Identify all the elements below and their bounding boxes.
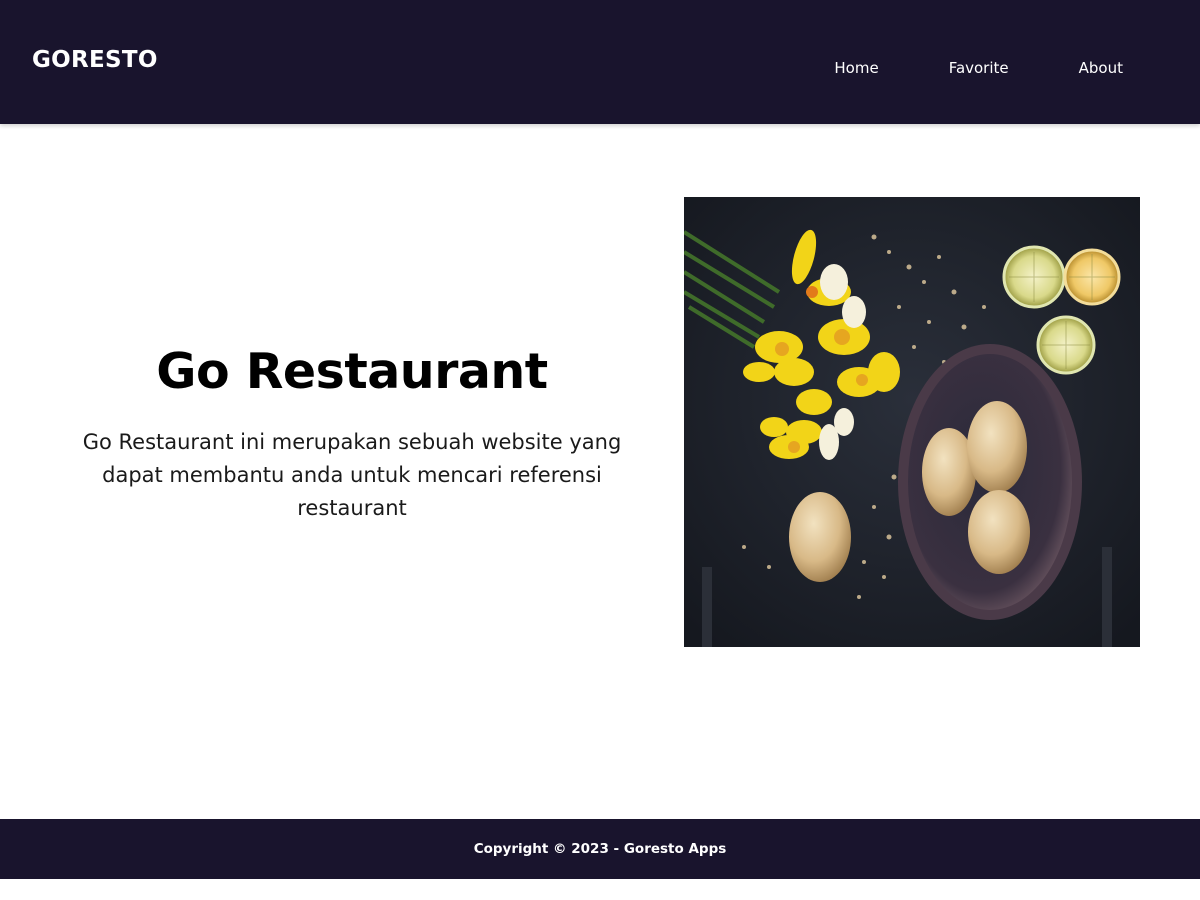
nav-link-favorite[interactable]: Favorite (949, 57, 1009, 79)
cookie-outside (789, 492, 851, 582)
hero-section: Go Restaurant Go Restaurant ini merupaka… (0, 124, 1200, 819)
nav-link-about[interactable]: About (1079, 57, 1123, 79)
hero-title: Go Restaurant (156, 343, 548, 400)
site-footer: Copyright © 2023 - Goresto Apps (0, 819, 1200, 879)
nav-link-home[interactable]: Home (834, 57, 878, 79)
copyright-text: Copyright © 2023 - Goresto Apps (473, 841, 727, 857)
brand-logo[interactable]: GORESTO (32, 47, 158, 73)
hero-image (684, 197, 1140, 647)
hero-text-block: Go Restaurant Go Restaurant ini merupaka… (52, 342, 652, 525)
food-photo-illustration (684, 197, 1140, 647)
hero-description: Go Restaurant ini merupakan sebuah websi… (82, 430, 622, 520)
site-header: GORESTO Home Favorite About (0, 0, 1200, 124)
main-nav: Home Favorite About (834, 57, 1200, 79)
